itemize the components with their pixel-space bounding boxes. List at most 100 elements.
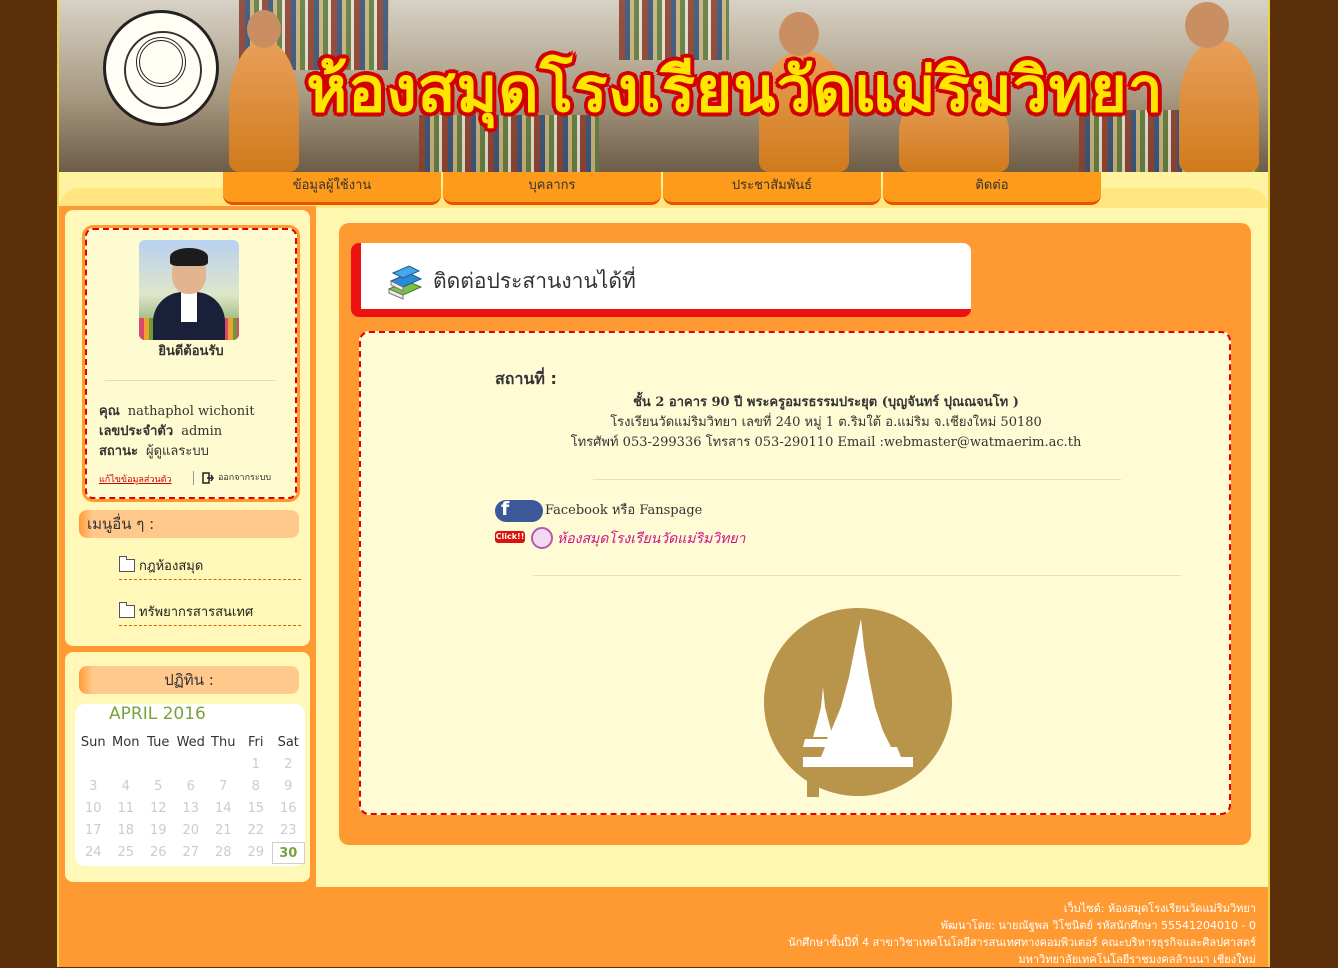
calendar-day[interactable]: 23: [272, 820, 305, 842]
calendar-day[interactable]: 15: [240, 798, 273, 820]
monk-figure: [1185, 2, 1229, 48]
calendar-day[interactable]: 19: [142, 820, 175, 842]
user-avatar: [139, 240, 239, 340]
profile-status-value: ผู้ดูแลระบบ: [145, 444, 209, 459]
menu-link-label: ทรัพยากรสารสนเทศ: [139, 605, 254, 620]
page: ห้องสมุดโรงเรียนวัดแม่ริมวิทยา ข้อมูลผู้…: [57, 0, 1270, 967]
calendar-day[interactable]: 20: [175, 820, 208, 842]
calendar-day[interactable]: 21: [207, 820, 240, 842]
calendar-day: [110, 754, 143, 776]
folder-icon: [119, 556, 135, 572]
sidebar: ยินดีต้อนรับ คุณ nathaphol wichonit เลขปร…: [59, 206, 316, 887]
folder-icon: [119, 602, 135, 618]
weekday-label: Mon: [112, 735, 140, 750]
contact-info-box: สถานที่ : ชั้น 2 อาคาร 90 ปี พระครูอมรธร…: [359, 331, 1231, 815]
calendar-day[interactable]: 6: [175, 776, 208, 798]
location-label: สถานที่ :: [495, 369, 557, 388]
calendar-day[interactable]: 18: [110, 820, 143, 842]
logout-icon: [202, 471, 214, 484]
edit-profile-link[interactable]: แก้ไขข้อมูลส่วนตัว: [99, 472, 172, 486]
calendar-day[interactable]: 26: [142, 842, 175, 864]
main-nav: ข้อมูลผู้ใช้งาน บุคลากร ประชาสัมพันธ์ ติ…: [59, 172, 1268, 208]
welcome-text: ยินดีต้อนรับ: [158, 344, 224, 359]
calendar-day[interactable]: 10: [77, 798, 110, 820]
profile-name-row: คุณ nathaphol wichonit: [99, 400, 255, 421]
divider: [593, 479, 1121, 480]
calendar-day[interactable]: 2: [272, 754, 305, 776]
click-badge: Click!!: [495, 531, 525, 543]
nav-item-user-info[interactable]: ข้อมูลผู้ใช้งาน: [223, 172, 441, 205]
calendar-day: [77, 754, 110, 776]
calendar-day[interactable]: 9: [272, 776, 305, 798]
calendar-day-today[interactable]: 30: [272, 842, 305, 864]
weekday-label: Tue: [147, 735, 170, 750]
profile-status-label: สถานะ: [99, 444, 138, 459]
calendar-day[interactable]: 11: [110, 798, 143, 820]
facebook-icon: f: [495, 498, 543, 522]
menu-link-library-rules[interactable]: กฎห้องสมุด: [119, 555, 301, 580]
calendar-day[interactable]: 8: [240, 776, 273, 798]
calendar-day[interactable]: 16: [272, 798, 305, 820]
calendar-day[interactable]: 22: [240, 820, 273, 842]
calendar-day[interactable]: 12: [142, 798, 175, 820]
calendar-day: [175, 754, 208, 776]
calendar-day[interactable]: 5: [142, 776, 175, 798]
calendar-day[interactable]: 7: [207, 776, 240, 798]
calendar-day: [207, 754, 240, 776]
content-title-bar: ติดต่อประสานงานได้ที่: [351, 243, 971, 317]
school-seal-logo: [103, 10, 219, 126]
profile-name-label: คุณ: [99, 404, 120, 419]
calendar-week-row: 10 11 12 13 14 15 16: [77, 798, 305, 820]
address-line: โรงเรียนวัดแม่ริมวิทยา เลขที่ 240 หมู่ 1…: [610, 415, 1042, 430]
weekday-label: Sun: [80, 735, 106, 750]
other-menu-heading: เมนูอื่น ๆ :: [79, 510, 299, 538]
calendar-day[interactable]: 14: [207, 798, 240, 820]
footer-site-name: เว็บไซต์: ห้องสมุดโรงเรียนวัดแม่ริมวิทยา: [1063, 902, 1256, 915]
content-title: ติดต่อประสานงานได้ที่: [433, 269, 636, 293]
divider: [533, 575, 1181, 576]
calendar-month-title: APRIL 2016: [109, 704, 206, 724]
footer-developer: พัฒนาโดย: นายณัฐพล วิโชนิตย์ รหัสนักศึกษ…: [940, 919, 1256, 932]
calendar-day[interactable]: 25: [110, 842, 143, 864]
nav-item-contact[interactable]: ติดต่อ: [883, 172, 1101, 205]
header-banner: ห้องสมุดโรงเรียนวัดแม่ริมวิทยา: [59, 0, 1268, 172]
profile-name-value: nathaphol wichonit: [127, 404, 255, 419]
calendar-week-row: 24 25 26 27 28 29 30: [77, 842, 305, 864]
site-title: ห้องสมุดโรงเรียนวัดแม่ริมวิทยา: [306, 53, 1164, 126]
weekday-label: Thu: [211, 735, 236, 750]
calendar-day[interactable]: 3: [77, 776, 110, 798]
logout-link[interactable]: ออกจากระบบ: [193, 470, 271, 485]
profile-id-label: เลขประจำตัว: [99, 424, 174, 439]
calendar-heading: ปฏิทิน :: [79, 666, 299, 694]
nav-item-public-relations[interactable]: ประชาสัมพันธ์: [663, 172, 881, 205]
profile-card: ยินดีต้อนรับ คุณ nathaphol wichonit เลขปร…: [85, 228, 297, 499]
calendar: APRIL 2016 Sun Mon Tue Wed Thu Fri Sat 1…: [75, 704, 305, 866]
footer-university: มหาวิทยาลัยเทคโนโลยีราชมงคลล้านนา เชียงใ…: [1018, 953, 1256, 966]
sidebar-panel-user: ยินดีต้อนรับ คุณ nathaphol wichonit เลขปร…: [65, 210, 310, 646]
main-content: ติดต่อประสานงานได้ที่ สถานที่ : ชั้น 2 อ…: [339, 223, 1251, 845]
calendar-day[interactable]: 1: [240, 754, 273, 776]
calendar-day[interactable]: 27: [175, 842, 208, 864]
calendar-day[interactable]: 4: [110, 776, 143, 798]
calendar-day[interactable]: 24: [77, 842, 110, 864]
menu-link-label: กฎห้องสมุด: [139, 559, 204, 574]
calendar-day[interactable]: 13: [175, 798, 208, 820]
calendar-day[interactable]: 28: [207, 842, 240, 864]
menu-link-information-resources[interactable]: ทรัพยากรสารสนเทศ: [119, 601, 301, 626]
calendar-day[interactable]: 29: [240, 842, 273, 864]
profile-status-row: สถานะ ผู้ดูแลระบบ: [99, 440, 209, 461]
calendar-week-row: 17 18 19 20 21 22 23: [77, 820, 305, 842]
address-line: ชั้น 2 อาคาร 90 ปี พระครูอมรธรรมประยุต (…: [633, 395, 1019, 410]
fanpage-link-label: ห้องสมุดโรงเรียนวัดแม่ริมวิทยา: [557, 531, 746, 547]
weekday-label: Fri: [248, 735, 264, 750]
calendar-day[interactable]: 17: [77, 820, 110, 842]
calendar-day: [142, 754, 175, 776]
nav-item-personnel[interactable]: บุคลากร: [443, 172, 661, 205]
weekday-label: Sat: [277, 735, 299, 750]
facebook-text: Facebook หรือ Fanspage: [545, 503, 703, 518]
weekday-label: Wed: [176, 735, 205, 750]
school-seal-icon: [531, 527, 553, 549]
books-icon: [387, 265, 423, 300]
calendar-weekday-row: Sun Mon Tue Wed Thu Fri Sat: [77, 732, 305, 754]
logout-label: ออกจากระบบ: [218, 473, 272, 483]
